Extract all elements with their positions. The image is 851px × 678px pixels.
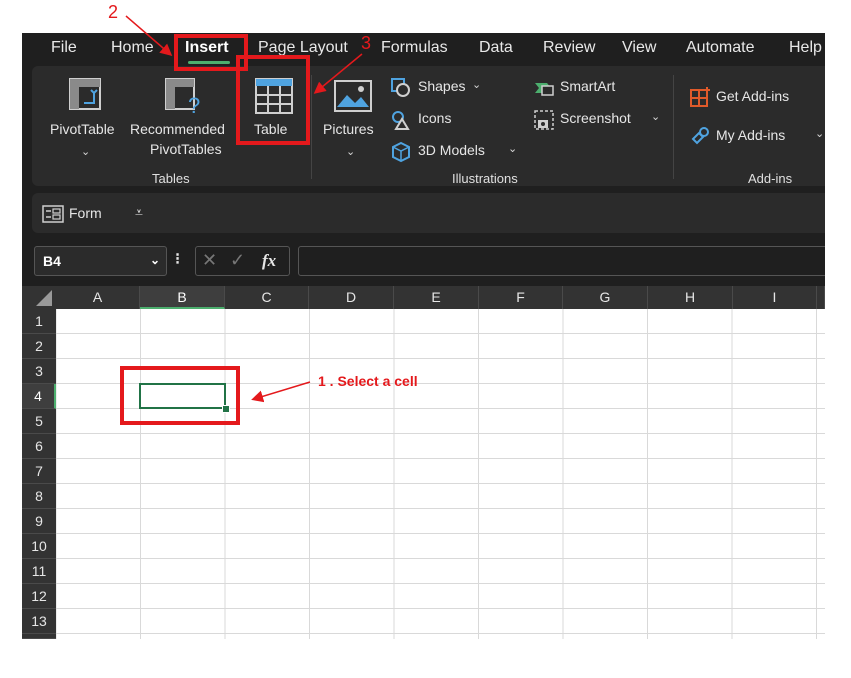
annotation-arrow-1 <box>251 381 311 403</box>
annotation-arrows <box>125 15 363 403</box>
annotation-step-1: 1 . Select a cell <box>318 373 418 389</box>
annotation-step-3: 3 <box>361 33 372 53</box>
annotation-step-2: 2 <box>108 2 119 22</box>
annotation-arrow-2 <box>125 15 173 56</box>
annotation-arrow-3 <box>313 53 363 94</box>
